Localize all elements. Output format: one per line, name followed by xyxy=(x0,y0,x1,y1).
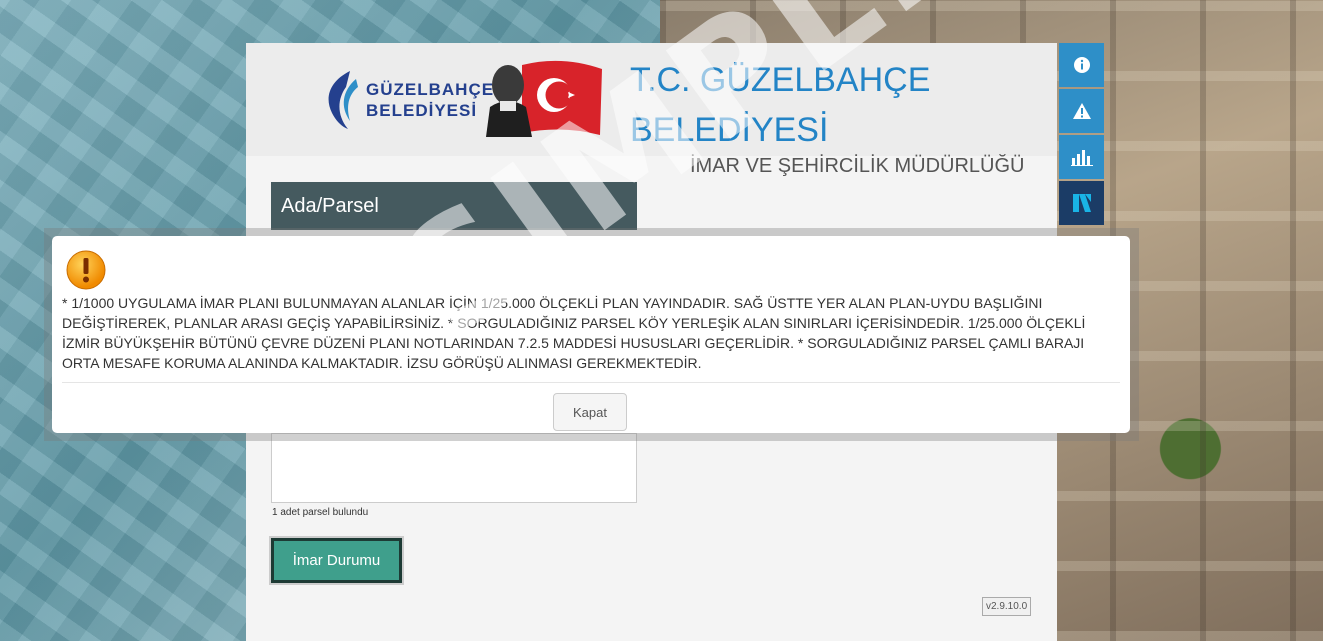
info-icon xyxy=(1073,57,1090,73)
netcad-button[interactable] xyxy=(1059,181,1104,225)
right-toolbar xyxy=(1059,43,1104,227)
info-button[interactable] xyxy=(1059,43,1104,87)
dialog-divider xyxy=(62,382,1120,383)
warning-dialog: * 1/1000 UYGULAMA İMAR PLANI BULUNMAYAN … xyxy=(52,236,1130,433)
page-subtitle: İMAR VE ŞEHİRCİLİK MÜDÜRLÜĞÜ xyxy=(690,155,1025,177)
chart-icon xyxy=(1070,150,1093,166)
dialog-message: * 1/1000 UYGULAMA İMAR PLANI BULUNMAYAN … xyxy=(62,295,1086,371)
municipality-logo-text: GÜZELBAHÇE BELEDİYESİ xyxy=(366,80,495,120)
close-button[interactable]: Kapat xyxy=(553,393,627,431)
ada-parsel-section-label[interactable]: Ada/Parsel xyxy=(271,182,637,230)
parcel-count-text: 1 adet parsel bulundu xyxy=(272,507,369,518)
warning-icon xyxy=(1072,103,1091,119)
statistics-button[interactable] xyxy=(1059,135,1104,179)
ataturk-flag-image-icon xyxy=(486,60,602,137)
municipality-logo-icon xyxy=(328,71,358,129)
version-badge: v2.9.10.0 xyxy=(982,597,1032,616)
parcel-result-box[interactable] xyxy=(271,433,637,503)
netcad-logo-icon xyxy=(1072,194,1091,212)
warning-button[interactable] xyxy=(1059,89,1104,133)
exclamation-warning-icon xyxy=(66,250,106,290)
imar-durumu-button[interactable]: İmar Durumu xyxy=(271,538,402,583)
page-title: T.C. GÜZELBAHÇE BELEDİYESİ xyxy=(630,61,931,149)
panel-header: GÜZELBAHÇE BELEDİYESİ T.C. GÜZELBAHÇE BE… xyxy=(246,43,1057,156)
